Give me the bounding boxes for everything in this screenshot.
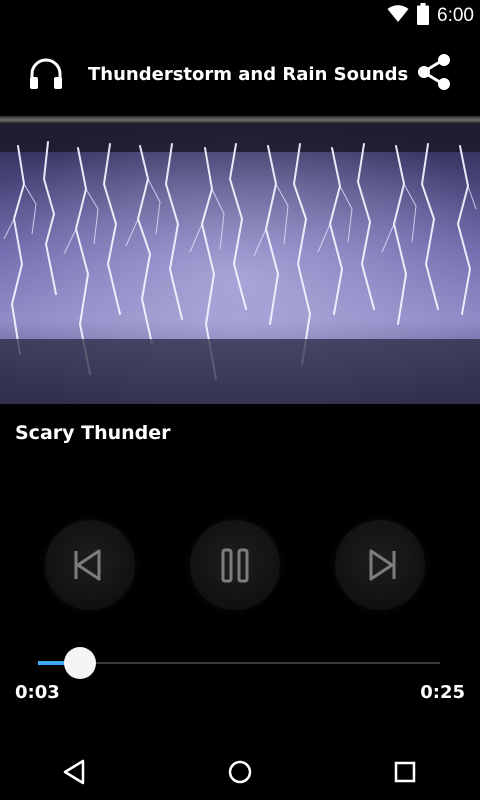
pause-button[interactable]	[190, 520, 280, 610]
header-divider	[0, 116, 480, 124]
app-title: Thunderstorm and Rain Sounds	[88, 64, 409, 85]
pause-icon	[221, 548, 249, 583]
recents-icon	[394, 761, 416, 783]
navigation-bar	[0, 742, 480, 800]
battery-icon	[417, 3, 430, 29]
status-icons: 6:00	[387, 3, 474, 29]
seek-bar[interactable]	[38, 661, 440, 665]
skip-previous-icon	[74, 549, 101, 581]
track-name: Scary Thunder	[15, 422, 171, 444]
next-button[interactable]	[335, 520, 425, 610]
share-button[interactable]	[414, 52, 454, 92]
skip-next-icon	[369, 549, 396, 581]
wifi-icon	[387, 5, 409, 27]
status-bar: 6:00	[0, 0, 480, 32]
elapsed-time: 0:03	[15, 682, 60, 703]
seek-thumb[interactable]	[64, 647, 97, 679]
total-time: 0:25	[420, 682, 465, 703]
home-icon	[228, 760, 252, 784]
previous-button[interactable]	[45, 520, 135, 610]
home-button[interactable]	[220, 754, 260, 790]
share-icon	[418, 54, 450, 90]
headphones-icon[interactable]	[26, 54, 66, 94]
recents-button[interactable]	[385, 754, 425, 790]
status-time: 6:00	[437, 5, 474, 26]
storm-artwork	[0, 124, 480, 404]
back-icon	[63, 759, 85, 785]
app-bar: Thunderstorm and Rain Sounds	[0, 32, 480, 116]
back-button[interactable]	[55, 754, 95, 790]
